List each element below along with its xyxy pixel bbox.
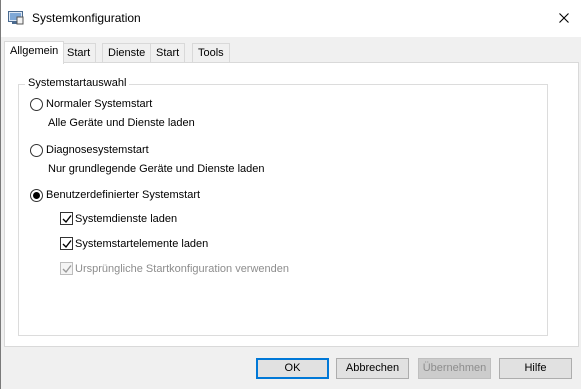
load-startup-items-checkbox[interactable] [60, 237, 73, 250]
diagnostic-startup-radio[interactable] [30, 144, 43, 157]
load-startup-items-label[interactable]: Systemstartelemente laden [75, 238, 208, 250]
checkmark-icon [62, 215, 72, 224]
use-original-boot-config-checkbox [60, 262, 73, 275]
normal-startup-label[interactable]: Normaler Systemstart [46, 98, 152, 110]
load-system-services-checkbox[interactable] [60, 212, 73, 225]
diagnostic-startup-label[interactable]: Diagnosesystemstart [46, 144, 149, 156]
normal-startup-radio[interactable] [30, 98, 43, 111]
load-system-services-label[interactable]: Systemdienste laden [75, 213, 177, 225]
apply-button: Übernehmen [418, 358, 491, 379]
normal-startup-description: Alle Geräte und Dienste laden [48, 117, 195, 129]
help-button[interactable]: Hilfe [499, 358, 572, 379]
custom-startup-label[interactable]: Benutzerdefinierter Systemstart [46, 189, 200, 201]
system-configuration-window: Systemkonfiguration Allgemein Start Dien… [0, 0, 581, 389]
tab-strip: Allgemein Start Dienste Start Tools [1, 41, 581, 64]
tab-start-2[interactable]: Start [150, 43, 186, 63]
tab-start[interactable]: Start [61, 43, 97, 63]
checkmark-icon [62, 240, 72, 249]
group-title: Systemstartauswahl [25, 77, 130, 89]
close-icon [559, 13, 569, 23]
msconfig-icon [8, 11, 24, 25]
tab-allgemein[interactable]: Allgemein [4, 41, 65, 64]
close-button[interactable] [551, 8, 577, 28]
diagnostic-startup-description: Nur grundlegende Geräte und Dienste lade… [48, 163, 265, 175]
title-bar[interactable]: Systemkonfiguration [1, 0, 581, 37]
checkmark-icon [62, 265, 72, 274]
tab-panel-allgemein: Systemstartauswahl Normaler Systemstart … [4, 62, 579, 347]
tab-dienste[interactable]: Dienste [102, 43, 152, 63]
cancel-button[interactable]: Abbrechen [336, 358, 409, 379]
custom-startup-radio[interactable] [30, 189, 43, 202]
use-original-boot-config-label: Ursprüngliche Startkonfiguration verwend… [75, 263, 290, 275]
window-title: Systemkonfiguration [32, 11, 141, 25]
tab-tools[interactable]: Tools [192, 43, 230, 63]
ok-button[interactable]: OK [256, 358, 329, 379]
